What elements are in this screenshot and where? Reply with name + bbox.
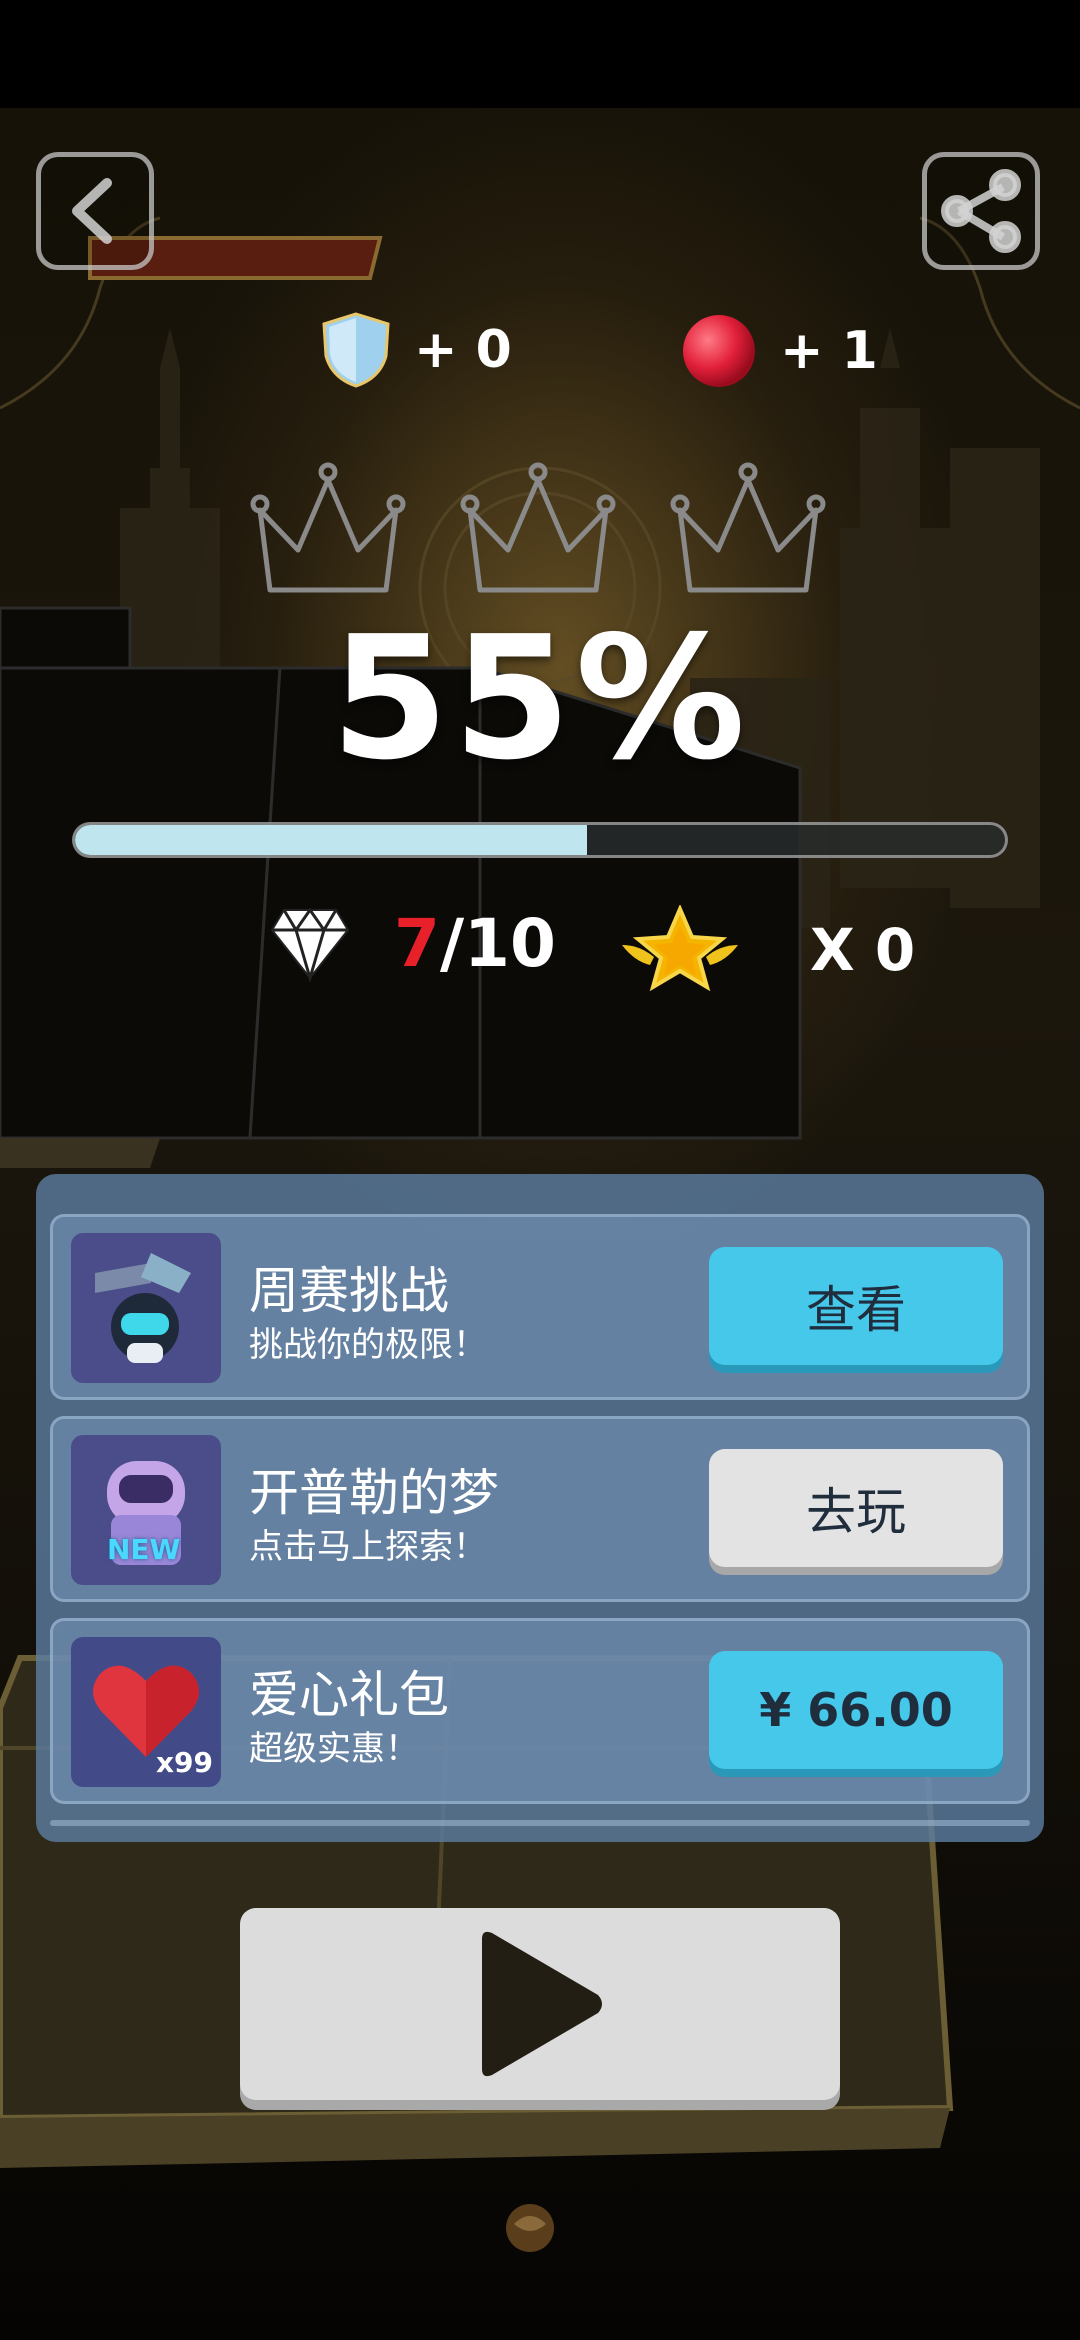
gem-count: 7/10 [394, 905, 556, 982]
star-count: X 0 [810, 916, 916, 984]
offer-subtitle: 挑战你的极限！ [249, 1325, 487, 1365]
offer-title: 爱心礼包 [249, 1666, 449, 1724]
progress-percent: 55% [330, 600, 750, 798]
crown-icon [670, 462, 826, 593]
view-button[interactable]: 查看 [709, 1247, 1003, 1365]
crown-icon [250, 462, 406, 593]
astronaut-thumbnail: NEW [71, 1435, 221, 1585]
star-icon [622, 905, 738, 992]
emblem-icon [506, 2204, 554, 2252]
offer-row[interactable]: 周赛挑战 挑战你的极限！ 查看 [50, 1214, 1030, 1400]
play-game-button[interactable]: 去玩 [709, 1449, 1003, 1567]
ball-reward: + 1 [680, 312, 878, 390]
new-badge: NEW [107, 1533, 181, 1566]
crown-rating [250, 462, 826, 593]
ball-count: + 1 [780, 321, 878, 381]
back-icon [72, 178, 112, 244]
offer-row[interactable]: x99 爱心礼包 超级实惠！ ¥ 66.00 [50, 1618, 1030, 1804]
heart-thumbnail: x99 [71, 1637, 221, 1787]
panel-divider [50, 1820, 1030, 1826]
progress-bar [72, 822, 1008, 858]
progress-fill [75, 825, 587, 855]
diamond-icon [270, 906, 350, 982]
gems-collected: 7 [394, 905, 440, 982]
offer-row[interactable]: NEW 开普勒的梦 点击马上探索！ 去玩 [50, 1416, 1030, 1602]
shield-reward: + 0 [320, 312, 512, 388]
shield-count: + 0 [414, 320, 512, 380]
ball-icon [683, 315, 755, 387]
gems-total: /10 [439, 905, 556, 982]
robot-thumbnail [71, 1233, 221, 1383]
star-stats: X 0 [620, 905, 915, 995]
crown-icon [460, 462, 616, 593]
share-button[interactable] [922, 152, 1040, 270]
back-button[interactable] [36, 152, 154, 270]
heart-quantity: x99 [155, 1746, 213, 1779]
offers-panel: 周赛挑战 挑战你的极限！ 查看 NEW 开普勒的梦 点击马上探索！ 去玩 x99… [36, 1174, 1044, 1842]
offer-subtitle: 点击马上探索！ [249, 1527, 487, 1567]
play-icon [482, 1931, 602, 2077]
shield-icon [322, 312, 390, 388]
play-button[interactable] [240, 1908, 840, 2100]
offer-title: 周赛挑战 [249, 1262, 449, 1320]
gem-stats: 7/10 [270, 905, 556, 982]
offer-title: 开普勒的梦 [249, 1464, 499, 1522]
offer-subtitle: 超级实惠！ [249, 1729, 419, 1769]
share-icon [941, 169, 1021, 253]
buy-button[interactable]: ¥ 66.00 [709, 1651, 1003, 1769]
